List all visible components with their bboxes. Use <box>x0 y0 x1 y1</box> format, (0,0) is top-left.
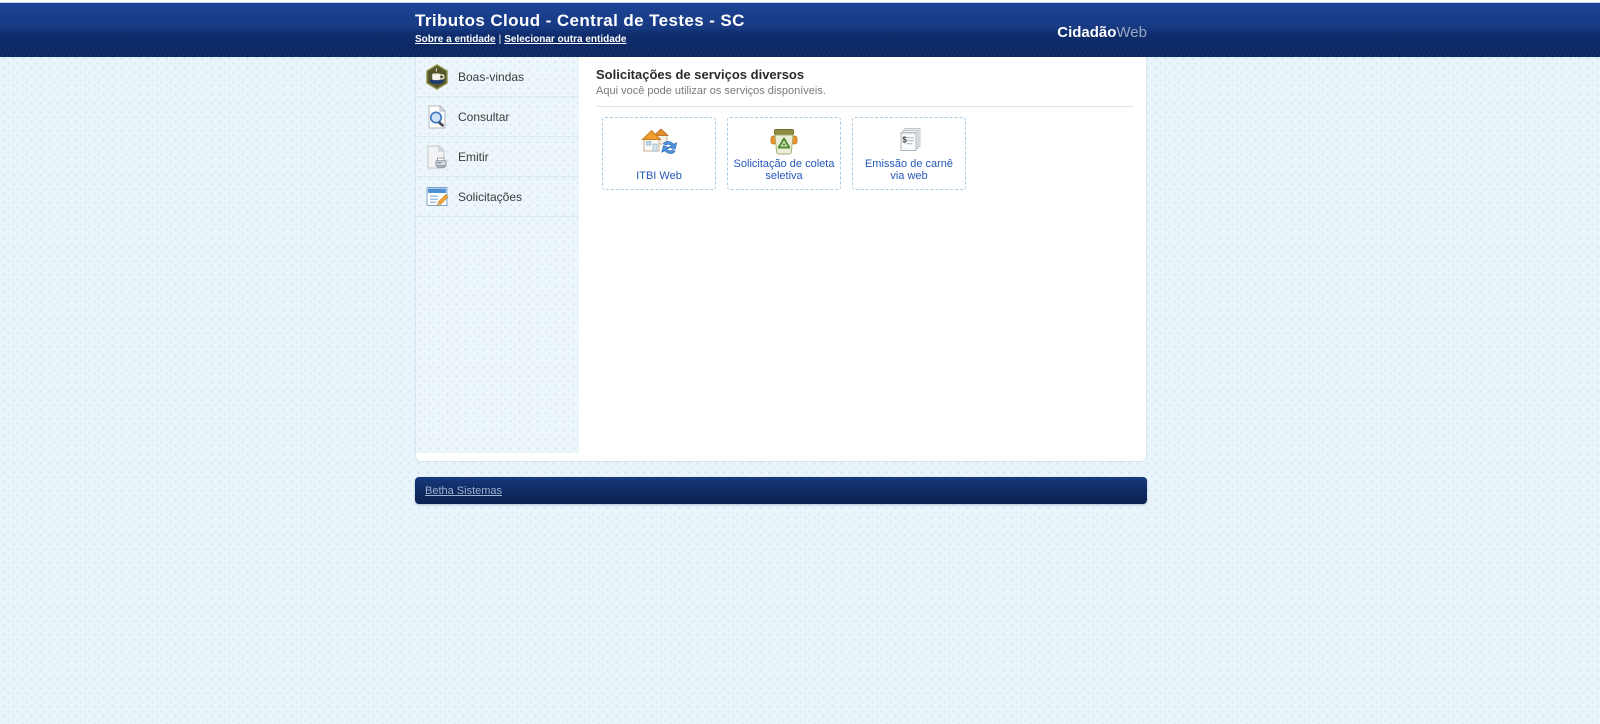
house-transfer-icon <box>640 125 678 157</box>
service-card-emissao-carne[interactable]: $ Emissão de carnê via web <box>852 117 966 190</box>
content-panel: Boas-vindas Consultar <box>415 57 1147 462</box>
services-main-area: Solicitações de serviços diversos Aqui v… <box>579 57 1146 461</box>
sidebar-item-consultar[interactable]: Consultar <box>416 97 579 137</box>
search-document-icon <box>424 104 450 130</box>
services-subtitle: Aqui você pode utilizar os serviços disp… <box>596 85 1134 97</box>
welcome-cup-icon <box>424 64 450 90</box>
edit-document-icon <box>424 184 450 210</box>
sidebar-menu: Boas-vindas Consultar <box>416 57 579 453</box>
svg-text:$: $ <box>902 136 907 145</box>
sidebar-item-label: Emitir <box>458 150 489 164</box>
header-bar: Tributos Cloud - Central de Testes - SC … <box>0 3 1600 57</box>
header-content: Tributos Cloud - Central de Testes - SC … <box>415 3 1147 57</box>
brand-secondary: Web <box>1116 24 1147 41</box>
sidebar-item-label: Consultar <box>458 110 509 124</box>
sidebar-item-label: Boas-vindas <box>458 70 524 84</box>
selecionar-outra-entidade-link[interactable]: Selecionar outra entidade <box>504 34 626 45</box>
title-divider <box>596 106 1134 107</box>
betha-sistemas-link[interactable]: Betha Sistemas <box>425 485 502 497</box>
services-title: Solicitações de serviços diversos <box>596 67 1134 82</box>
page-background: { "header": { "title": "Tributos Cloud -… <box>0 0 1600 724</box>
service-card-label: ITBI Web <box>636 170 682 183</box>
sidebar-item-boas-vindas[interactable]: Boas-vindas <box>416 57 579 97</box>
service-card-coleta-seletiva[interactable]: Solicitação de coleta seletiva <box>727 117 841 190</box>
sidebar-item-label: Solicitações <box>458 190 522 204</box>
link-separator: | <box>499 34 502 45</box>
print-document-icon <box>424 144 450 170</box>
service-card-label: Emissão de carnê via web <box>857 158 961 183</box>
payment-booklet-icon: $ <box>893 125 925 157</box>
cidadaoweb-logo: CidadãoWeb <box>1057 24 1147 41</box>
header-links: Sobre a entidade|Selecionar outra entida… <box>415 34 1147 45</box>
service-card-label: Solicitação de coleta seletiva <box>732 158 836 183</box>
service-cards-row: ITBI Web Solicitação de coleta seletiva <box>602 117 1134 190</box>
page-title: Tributos Cloud - Central de Testes - SC <box>415 3 1147 31</box>
sidebar-item-solicitacoes[interactable]: Solicitações <box>416 177 579 217</box>
footer-bar: Betha Sistemas <box>415 477 1147 504</box>
service-card-itbi-web[interactable]: ITBI Web <box>602 117 716 190</box>
sidebar-item-emitir[interactable]: Emitir <box>416 137 579 177</box>
sobre-a-entidade-link[interactable]: Sobre a entidade <box>415 34 496 45</box>
recycle-bin-icon <box>767 125 801 157</box>
brand-primary: Cidadão <box>1057 24 1116 41</box>
